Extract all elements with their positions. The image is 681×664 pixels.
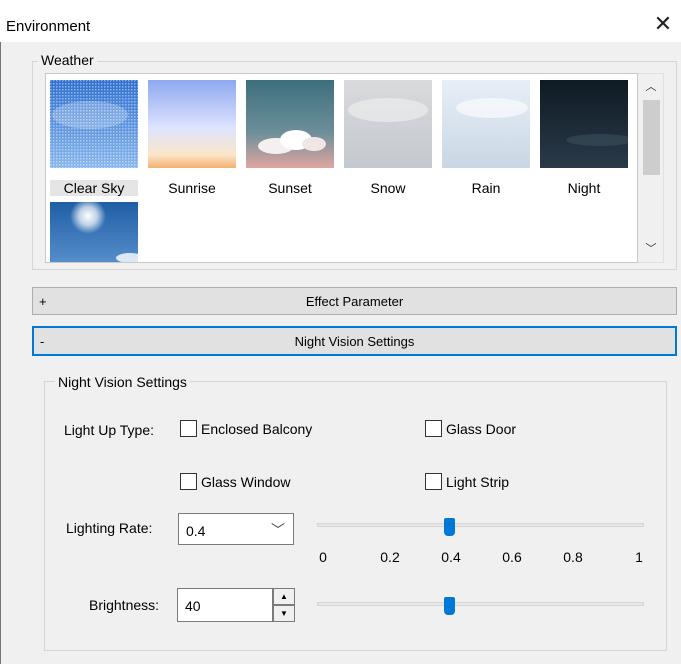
night-vision-settings-header[interactable]: - Night Vision Settings: [32, 326, 677, 356]
rain-thumbnail: [442, 80, 530, 168]
close-icon[interactable]: ✕: [649, 14, 677, 38]
checkbox-box[interactable]: [180, 473, 197, 490]
glass-door-checkbox[interactable]: Glass Door: [425, 420, 516, 437]
weather-group-title: Weather: [38, 52, 97, 68]
checkbox-box[interactable]: [425, 420, 442, 437]
window-border: [0, 42, 1, 664]
weather-item-clear-sky[interactable]: Clear Sky: [50, 80, 138, 196]
weather-item-night[interactable]: Night: [540, 80, 634, 196]
night-vision-settings-label: Night Vision Settings: [294, 334, 415, 349]
sunrise-thumbnail: [148, 80, 236, 168]
weather-item-label: Rain: [471, 180, 501, 196]
weather-scrollbar[interactable]: ︿ ﹀: [638, 73, 664, 263]
brightness-value: 40: [185, 598, 201, 614]
lighting-rate-slider-thumb[interactable]: [444, 518, 455, 536]
enclosed-balcony-checkbox[interactable]: Enclosed Balcony: [180, 420, 312, 437]
stepper-up-icon[interactable]: ▲: [273, 588, 295, 605]
weather-item-sunny[interactable]: [50, 202, 138, 262]
slider-tick-label: 0: [319, 549, 327, 565]
checkbox-label: Enclosed Balcony: [201, 420, 313, 437]
weather-list: Clear Sky Sunrise Sunset Snow Rain Night: [45, 73, 638, 263]
weather-item-label: Sunrise: [168, 180, 216, 196]
brightness-label: Brightness:: [89, 597, 160, 613]
window-title: Environment: [6, 18, 91, 35]
lighting-rate-value: 0.4: [186, 523, 206, 539]
clear-sky-thumbnail: [50, 80, 138, 168]
lighting-rate-select[interactable]: 0.4 ﹀: [178, 513, 294, 545]
effect-parameter-label: Effect Parameter: [305, 294, 404, 309]
slider-tick-label: 1: [635, 549, 643, 565]
night-vision-group-title: Night Vision Settings: [55, 374, 190, 390]
weather-item-sunset[interactable]: Sunset: [246, 80, 334, 196]
sunny-thumbnail: [50, 202, 138, 262]
slider-tick-label: 0.6: [502, 549, 522, 565]
light-strip-checkbox[interactable]: Light Strip: [425, 473, 509, 490]
weather-item-label: Clear Sky: [50, 180, 138, 196]
checkbox-label: Light Strip: [446, 473, 510, 490]
checkbox-box[interactable]: [180, 420, 197, 437]
checkbox-label: Glass Door: [446, 420, 517, 437]
lighting-rate-label: Lighting Rate:: [66, 520, 153, 536]
light-up-type-label: Light Up Type:: [64, 422, 155, 438]
slider-tick-label: 0.8: [563, 549, 583, 565]
weather-item-label: Night: [567, 180, 601, 196]
chevron-down-icon[interactable]: ﹀: [271, 520, 285, 540]
scrollbar-thumb[interactable]: [643, 100, 660, 175]
brightness-stepper[interactable]: ▲ ▼: [273, 588, 295, 622]
weather-item-rain[interactable]: Rain: [442, 80, 530, 196]
brightness-slider-thumb[interactable]: [444, 597, 455, 615]
sunset-thumbnail: [246, 80, 334, 168]
weather-item-label: Snow: [370, 180, 406, 196]
weather-item-label: Sunset: [268, 180, 312, 196]
chevron-down-icon[interactable]: ﹀: [638, 238, 664, 260]
brightness-slider-track[interactable]: [317, 602, 644, 606]
weather-item-snow[interactable]: Snow: [344, 80, 432, 196]
brightness-input[interactable]: 40: [177, 588, 273, 622]
checkbox-label: Glass Window: [201, 473, 291, 490]
lighting-rate-slider-track[interactable]: [317, 523, 644, 527]
glass-window-checkbox[interactable]: Glass Window: [180, 473, 290, 490]
chevron-up-icon[interactable]: ︿: [638, 76, 664, 98]
checkbox-box[interactable]: [425, 473, 442, 490]
stepper-down-icon[interactable]: ▼: [273, 605, 295, 622]
night-thumbnail: [540, 80, 634, 168]
snow-thumbnail: [344, 80, 432, 168]
weather-item-sunrise[interactable]: Sunrise: [148, 80, 236, 196]
slider-tick-label: 0.2: [380, 549, 400, 565]
slider-tick-label: 0.4: [441, 549, 461, 565]
title-bar: Environment ✕: [0, 0, 681, 42]
effect-parameter-header[interactable]: + Effect Parameter: [32, 287, 677, 315]
